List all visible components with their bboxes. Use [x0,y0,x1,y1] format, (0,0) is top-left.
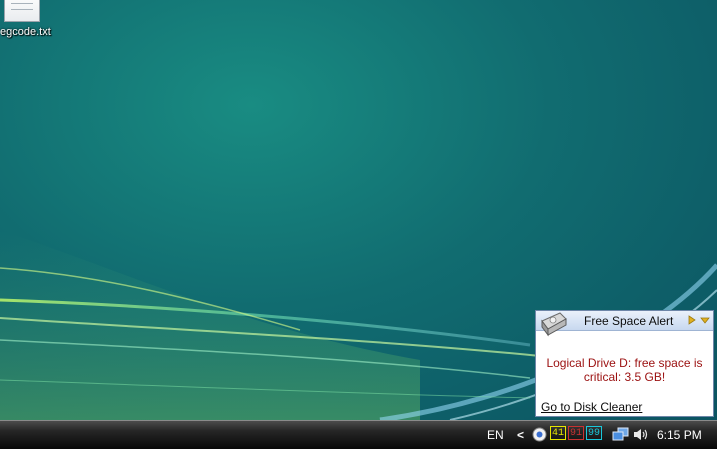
text-file-icon [4,0,40,22]
chevron-down-icon[interactable] [700,315,710,325]
desktop-file-icon[interactable]: egcode.txt [0,0,60,42]
free-space-alert-popup: Free Space Alert Logical Drive D: free s… [535,310,714,417]
play-arrow-icon[interactable] [687,315,697,325]
language-indicator[interactable]: EN [487,428,504,442]
disk-cleaner-link[interactable]: Go to Disk Cleaner [541,400,642,414]
network-icon[interactable] [612,427,630,442]
hard-drive-icon [541,312,567,337]
taskbar: EN < 41 91 99 6:15 PM [0,420,717,449]
tray-badge-red[interactable]: 91 [568,426,584,440]
desktop-file-label: egcode.txt [0,26,51,38]
clock[interactable]: 6:15 PM [657,428,702,442]
show-hidden-icons-chevron[interactable]: < [517,428,524,442]
power-icon[interactable] [532,427,547,442]
tray-badge-cyan[interactable]: 99 [586,426,602,440]
popup-title: Free Space Alert [584,314,674,328]
volume-icon[interactable] [633,427,649,442]
tray-badge-yellow[interactable]: 41 [550,426,566,440]
alert-message: Logical Drive D: free space is critical:… [546,356,703,384]
